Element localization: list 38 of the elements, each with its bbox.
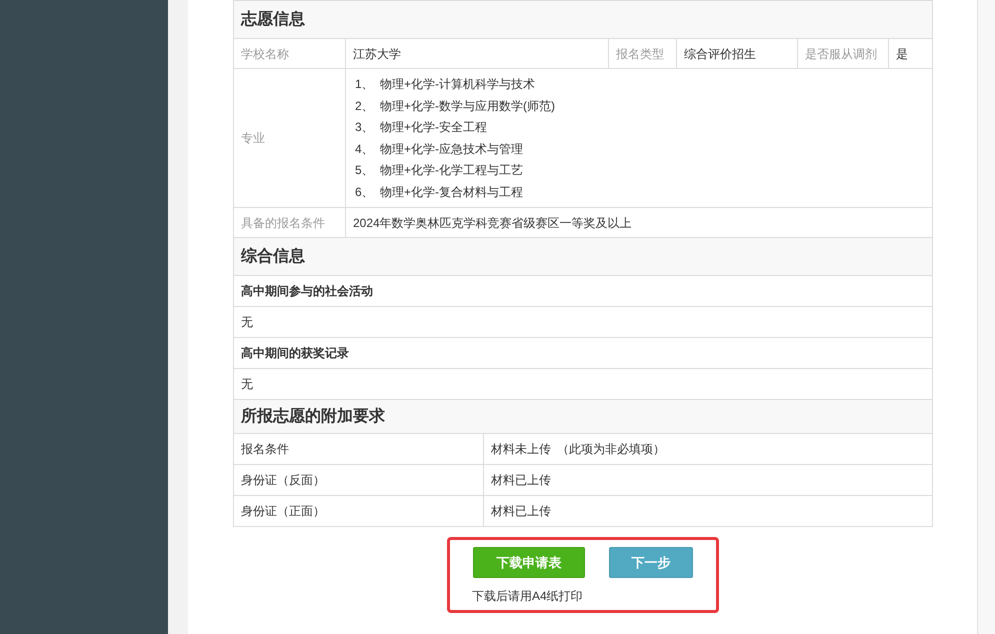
major-name: 物理+化学-化学工程与工艺 bbox=[380, 162, 524, 178]
major-name: 物理+化学-安全工程 bbox=[380, 119, 488, 136]
major-name: 物理+化学-计算机科学与技术 bbox=[380, 76, 536, 92]
optional-note: （此项为非必填项） bbox=[557, 441, 665, 458]
list-number: 2、 bbox=[355, 98, 375, 114]
requirement-label: 身份证（反面） bbox=[241, 472, 325, 489]
answer-text: 无 bbox=[241, 314, 253, 331]
field-label: 专业 bbox=[241, 130, 265, 147]
download-button[interactable]: 下载申请表 bbox=[473, 547, 585, 578]
answer-text: 无 bbox=[241, 376, 253, 393]
upload-status: 材料未上传 bbox=[491, 441, 551, 458]
field-label: 学校名称 bbox=[241, 46, 289, 62]
list-number: 4、 bbox=[355, 140, 375, 157]
field-value: 江苏大学 bbox=[353, 46, 401, 62]
list-number: 6、 bbox=[355, 184, 375, 200]
question-label: 高中期间参与的社会活动 bbox=[241, 283, 373, 300]
field-value: 综合评价招生 bbox=[684, 46, 756, 62]
upload-status: 材料已上传 bbox=[491, 472, 551, 489]
field-value: 2024年数学奥林匹克学科竞赛省级赛区一等奖及以上 bbox=[353, 214, 632, 232]
field-label: 是否服从调剂 bbox=[805, 46, 877, 62]
major-name: 物理+化学-应急技术与管理 bbox=[380, 140, 524, 157]
list-number: 3、 bbox=[355, 119, 375, 136]
field-value: 是 bbox=[896, 46, 908, 62]
next-button[interactable]: 下一步 bbox=[609, 547, 693, 578]
field-label: 报名类型 bbox=[616, 46, 664, 62]
question-label: 高中期间的获奖记录 bbox=[241, 345, 349, 362]
section-title: 所报志愿的附加要求 bbox=[241, 406, 385, 426]
list-number: 5、 bbox=[355, 162, 375, 178]
list-number: 1、 bbox=[355, 76, 375, 92]
field-label: 具备的报名条件 bbox=[241, 214, 325, 232]
requirement-label: 身份证（正面） bbox=[241, 503, 325, 520]
section-title: 综合信息 bbox=[241, 246, 305, 266]
major-name: 物理+化学-数学与应用数学(师范) bbox=[380, 98, 555, 114]
upload-status: 材料已上传 bbox=[491, 503, 551, 520]
requirement-label: 报名条件 bbox=[241, 441, 289, 458]
major-name: 物理+化学-复合材料与工程 bbox=[380, 184, 524, 200]
print-hint: 下载后请用A4纸打印 bbox=[472, 588, 583, 605]
section-title: 志愿信息 bbox=[241, 9, 305, 30]
